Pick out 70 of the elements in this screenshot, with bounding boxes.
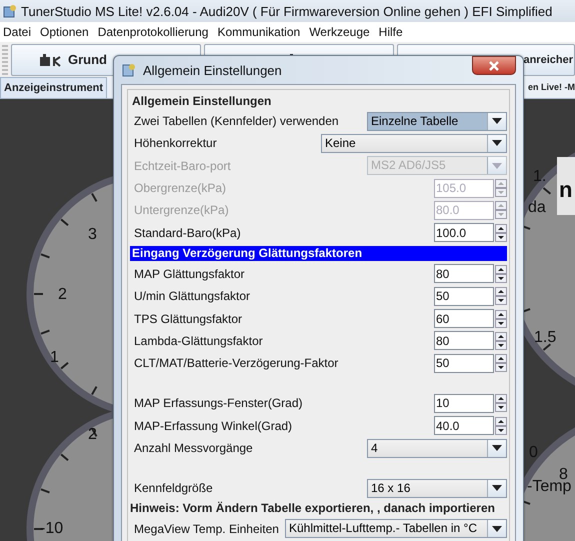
field-label: Höhenkorrektur: [134, 136, 217, 150]
field-label: MAP Erfassungs-Fenster(Grad): [134, 396, 302, 410]
group-title: Allgemein Einstellungen: [130, 94, 274, 108]
gauge-label: 2: [88, 426, 97, 443]
menu-item[interactable]: Datenprotokollierung: [94, 25, 214, 39]
spinner-buttons[interactable]: [495, 287, 507, 306]
spinner-buttons[interactable]: [495, 332, 507, 350]
dialog-icon: [121, 62, 137, 78]
field-label: Echtzeit-Baro-port: [134, 158, 231, 173]
close-icon: [488, 60, 500, 70]
menu-item[interactable]: Hilfe: [376, 25, 409, 39]
dropdown-arrow-icon: [492, 118, 502, 124]
gauge-label: 1.5: [534, 329, 556, 346]
field-label: Anzahl Messvorgänge: [134, 441, 253, 455]
number-field[interactable]: 50: [434, 354, 494, 373]
tab[interactable]: Anzeigeinstrument: [0, 77, 108, 98]
field-label: Obergrenze(kPa): [134, 181, 226, 196]
spinner-buttons[interactable]: [495, 310, 507, 328]
gauge-label: 3: [88, 226, 97, 243]
gauge-label: 2: [58, 286, 67, 303]
dropdown[interactable]: Keine: [321, 134, 507, 153]
number-field[interactable]: 40.0: [434, 416, 494, 436]
dropdown-arrow-icon: [492, 445, 502, 451]
readout-value: n: [559, 177, 572, 202]
spinner-buttons[interactable]: [495, 416, 507, 435]
field-label: CLT/MAT/Batterie-Verzögerung-Faktor: [134, 356, 338, 370]
hint-text: Hinweis: Vorm Ändern Tabelle exportieren, , danach importieren: [130, 500, 496, 518]
toolbar-grip[interactable]: [2, 44, 8, 74]
field-label: U/min Glättungsfaktor: [134, 289, 250, 304]
dropdown-arrow-icon: [492, 140, 502, 146]
dropdown[interactable]: Einzelne Tabelle: [367, 112, 507, 131]
field-label: MAP Glättungsfaktor: [134, 266, 244, 281]
menu-item[interactable]: Datei: [0, 25, 38, 39]
dropdown-arrow-icon: [492, 526, 502, 532]
readout-panel: [557, 157, 575, 215]
number-field[interactable]: 100.0: [434, 223, 494, 242]
field-label: Zwei Tabellen (Kennfelder) verwenden: [134, 114, 339, 128]
tab[interactable]: en Live! -M: [528, 77, 575, 98]
field-label: MAP-Erfassung Winkel(Grad): [134, 418, 292, 433]
menu-item[interactable]: Optionen: [37, 25, 95, 39]
field-label: Untergrenze(kPa): [134, 203, 229, 218]
spinner-buttons[interactable]: [495, 354, 507, 372]
gauge-label: da: [528, 199, 546, 216]
number-field[interactable]: 80: [434, 264, 494, 284]
dropdown-arrow-icon: [492, 162, 502, 169]
dropdown[interactable]: 16 x 16: [367, 478, 507, 498]
close-button[interactable]: [472, 56, 516, 75]
app-icon: [3, 4, 17, 18]
field-label: TPS Glättungsfaktor: [134, 312, 242, 326]
field-label: Kennfeldgröße: [134, 481, 213, 496]
spinner-buttons[interactable]: [495, 224, 507, 242]
gauge-label: -10: [40, 520, 64, 537]
field-label: Lambda-Glättungsfaktor: [134, 334, 263, 348]
window-title: TunerStudio MS Lite! v2.6.04 - Audi20V ( Für Firmwareversion Online gehen ) EFI Simplified: [21, 4, 552, 18]
number-field[interactable]: 10: [434, 394, 494, 413]
section-header: Eingang Verzögerung Glättungsfaktoren: [130, 246, 507, 261]
dropdown[interactable]: Kühlmittel-Lufttemp.- Tabellen in °C: [285, 519, 507, 538]
spinner-buttons[interactable]: [495, 394, 507, 412]
gauge-label: 1: [50, 349, 59, 366]
field-label: MegaView Temp. Einheiten: [134, 522, 279, 536]
field-label: Standard-Baro(kPa): [134, 226, 241, 240]
dropdown[interactable]: 4: [367, 438, 507, 458]
number-field[interactable]: 60: [434, 309, 494, 328]
number-field[interactable]: 80: [434, 331, 494, 350]
dropdown-arrow-icon: [492, 485, 502, 492]
menu-item[interactable]: Werkzeuge: [306, 25, 376, 39]
menu-item[interactable]: Kommunikation: [214, 25, 306, 39]
number-field[interactable]: 50: [434, 286, 494, 306]
gauge-label: 1.: [533, 168, 546, 185]
spinner-buttons[interactable]: [495, 264, 507, 283]
